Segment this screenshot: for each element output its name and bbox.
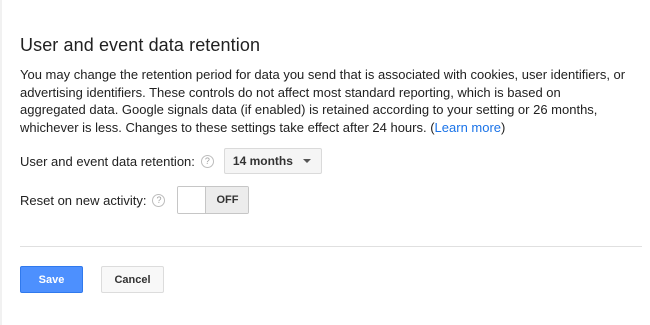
data-retention-panel: User and event data retention You may ch… bbox=[0, 0, 650, 325]
save-button[interactable]: Save bbox=[20, 266, 83, 293]
retention-label: User and event data retention: bbox=[20, 153, 195, 169]
panel-edge bbox=[0, 0, 2, 325]
learn-more-link[interactable]: Learn more bbox=[435, 120, 501, 135]
reset-label: Reset on new activity: bbox=[20, 192, 147, 208]
cancel-button[interactable]: Cancel bbox=[101, 266, 164, 293]
toggle-knob bbox=[178, 187, 207, 213]
reset-on-activity-toggle[interactable]: OFF bbox=[177, 186, 250, 214]
chevron-down-icon bbox=[302, 159, 311, 163]
toggle-state-label: OFF bbox=[206, 187, 249, 213]
reset-row: Reset on new activity: ? OFF bbox=[20, 186, 250, 214]
retention-period-dropdown[interactable]: 14 months bbox=[223, 148, 322, 174]
section-description: You may change the retention period for … bbox=[20, 66, 630, 136]
description-text: You may change the retention period for … bbox=[20, 67, 626, 135]
retention-row: User and event data retention: ? 14 mont… bbox=[20, 148, 322, 174]
retention-selected-value: 14 months bbox=[232, 154, 293, 168]
help-icon[interactable]: ? bbox=[152, 193, 166, 207]
description-end: ) bbox=[501, 119, 506, 135]
help-icon[interactable]: ? bbox=[200, 154, 214, 168]
section-title: User and event data retention bbox=[20, 35, 261, 55]
divider bbox=[20, 246, 642, 247]
